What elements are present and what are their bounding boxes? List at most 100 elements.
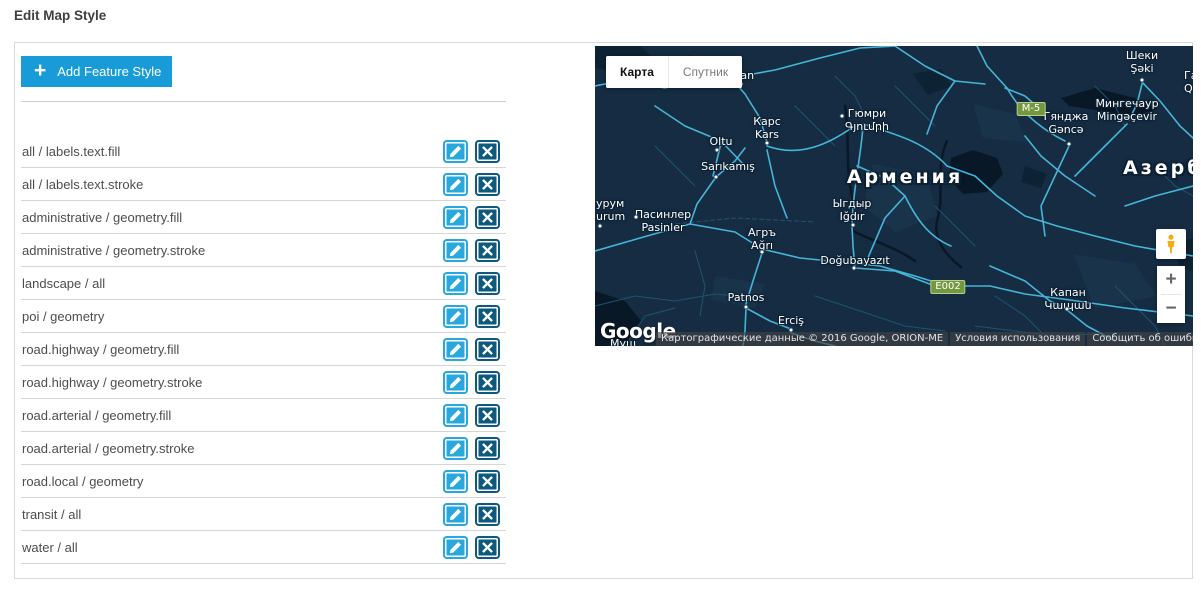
feature-style-label: road.local / geometry (21, 474, 443, 489)
map-type-satellite-button[interactable]: Спутник (668, 56, 742, 88)
edit-icon (449, 178, 462, 191)
city-dot (852, 266, 857, 271)
edit-style-button[interactable] (443, 371, 468, 394)
feature-style-label: water / all (21, 540, 443, 555)
city-dot (840, 114, 845, 119)
road-shield-badge: E002 (930, 280, 965, 294)
attribution-data: Картографические данные © 2016 Google, O… (656, 332, 948, 346)
map-place-label: Oltu (710, 136, 733, 149)
zoom-out-button[interactable]: − (1157, 295, 1185, 323)
city-dot (634, 215, 639, 220)
zoom-in-button[interactable]: + (1157, 266, 1185, 294)
city-dot (598, 224, 603, 229)
delete-style-button[interactable] (475, 536, 500, 559)
delete-icon (481, 310, 494, 323)
delete-style-button[interactable] (475, 239, 500, 262)
edit-icon (449, 244, 462, 257)
delete-icon (481, 211, 494, 224)
feature-style-label: all / labels.text.stroke (21, 177, 443, 192)
city-dot (765, 141, 770, 146)
feature-style-row: road.arterial / geometry.fill (21, 399, 506, 432)
feature-style-label: road.highway / geometry.fill (21, 342, 443, 357)
zoom-control: + − (1157, 266, 1185, 323)
edit-style-button[interactable] (443, 272, 468, 295)
edit-icon (449, 442, 462, 455)
map-place-label: урумurum (596, 198, 625, 223)
map-type-control: Карта Спутник (606, 56, 742, 88)
edit-style-button[interactable] (443, 239, 468, 262)
pegman-icon (1163, 234, 1179, 254)
edit-style-button[interactable] (443, 305, 468, 328)
edit-style-button[interactable] (443, 437, 468, 460)
delete-style-button[interactable] (475, 503, 500, 526)
edit-icon (449, 211, 462, 224)
delete-style-button[interactable] (475, 437, 500, 460)
feature-style-label: road.arterial / geometry.fill (21, 408, 443, 423)
delete-icon (481, 277, 494, 290)
report-map-error-link[interactable]: Сообщить об ошибке на карте (1087, 332, 1193, 346)
road-shield-badge: М-5 (1017, 102, 1046, 116)
feature-style-label: landscape / all (21, 276, 443, 291)
feature-style-label: road.highway / geometry.stroke (21, 375, 443, 390)
edit-icon (449, 475, 462, 488)
edit-map-style-panel: + Add Feature Style all / labels.text.fi… (14, 42, 1193, 579)
delete-style-button[interactable] (475, 338, 500, 361)
delete-style-button[interactable] (475, 272, 500, 295)
map-place-label: ЫгдырIğdır (833, 198, 872, 223)
delete-icon (481, 541, 494, 554)
city-dot (715, 148, 720, 153)
pegman-button[interactable] (1156, 229, 1186, 259)
map-canvas[interactable]: ArdahanOltuSarıkamışКарсKarsГюмриԳյումրի… (595, 46, 1193, 346)
feature-style-row: landscape / all (21, 267, 506, 300)
edit-style-button[interactable] (443, 470, 468, 493)
map-place-label: ГюмриԳյումրի (845, 108, 889, 133)
edit-style-button[interactable] (443, 206, 468, 229)
map-country-label: Армения (847, 171, 963, 184)
delete-style-button[interactable] (475, 404, 500, 427)
edit-style-button[interactable] (443, 173, 468, 196)
edit-icon (449, 310, 462, 323)
feature-style-row: administrative / geometry.fill (21, 201, 506, 234)
feature-style-row: road.arterial / geometry.stroke (21, 432, 506, 465)
edit-style-button[interactable] (443, 140, 468, 163)
feature-style-row: all / labels.text.fill (21, 135, 506, 168)
delete-style-button[interactable] (475, 140, 500, 163)
edit-icon (449, 409, 462, 422)
city-dot (1140, 78, 1145, 83)
map-attribution: Картографические данные © 2016 Google, O… (656, 332, 1193, 346)
map-place-label: ПасинлерPasinler (635, 209, 691, 234)
map-place-label: КарсKars (753, 116, 781, 141)
map-type-map-button[interactable]: Карта (606, 56, 668, 88)
delete-style-button[interactable] (475, 173, 500, 196)
map-place-label: ГянджаGəncə (1044, 111, 1089, 136)
delete-icon (481, 178, 494, 191)
delete-style-button[interactable] (475, 371, 500, 394)
add-feature-style-button[interactable]: + Add Feature Style (21, 56, 172, 87)
terms-of-use-link[interactable]: Условия использования (950, 332, 1085, 346)
delete-icon (481, 475, 494, 488)
city-dot (744, 305, 749, 310)
edit-style-button[interactable] (443, 503, 468, 526)
delete-icon (481, 244, 494, 257)
add-feature-style-label: Add Feature Style (57, 64, 161, 79)
edit-icon (449, 277, 462, 290)
city-dot (714, 175, 719, 180)
edit-style-button[interactable] (443, 338, 468, 361)
edit-icon (449, 145, 462, 158)
feature-style-list: all / labels.text.fill all / labels.text.… (21, 135, 506, 564)
map-place-label: ГаQə (1184, 70, 1193, 95)
map-place-label: ШекиŞəki (1126, 50, 1158, 75)
edit-style-button[interactable] (443, 404, 468, 427)
delete-style-button[interactable] (475, 206, 500, 229)
city-dot (760, 250, 765, 255)
feature-style-row: all / labels.text.stroke (21, 168, 506, 201)
map-place-label: МингечаурMingəçevir (1095, 98, 1158, 123)
city-dot (851, 223, 856, 228)
edit-style-button[interactable] (443, 536, 468, 559)
feature-style-label: poi / geometry (21, 309, 443, 324)
edit-icon (449, 541, 462, 554)
feature-style-label: administrative / geometry.fill (21, 210, 443, 225)
delete-style-button[interactable] (475, 470, 500, 493)
delete-icon (481, 343, 494, 356)
delete-style-button[interactable] (475, 305, 500, 328)
